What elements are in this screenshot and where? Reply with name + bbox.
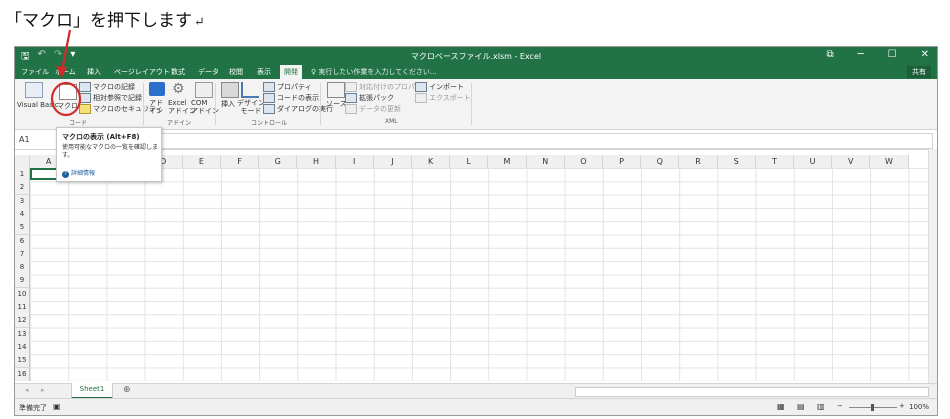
red-arrow-line — [60, 29, 72, 71]
annotation-overlay — [50, 29, 82, 117]
red-highlight-circle — [50, 81, 82, 117]
red-arrow-head — [56, 66, 67, 78]
